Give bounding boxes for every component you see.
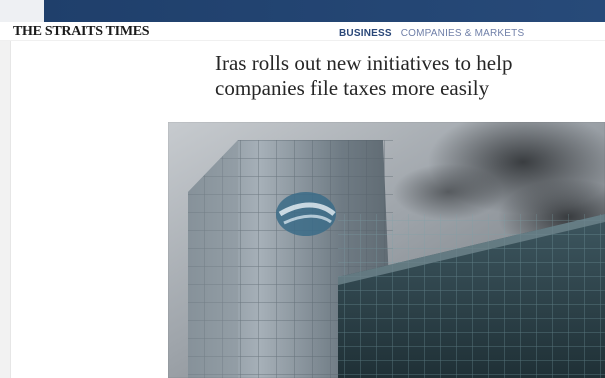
left-gutter [0, 0, 11, 378]
section-breadcrumb: BUSINESS COMPANIES & MARKETS [339, 28, 603, 40]
article-page: THE STRAITS TIMES BUSINESS COMPANIES & M… [0, 0, 605, 378]
top-band [0, 0, 605, 22]
office-building-photo-icon [168, 122, 605, 378]
article-headline: Iras rolls out new initiatives to help c… [215, 51, 513, 100]
nav-business-link[interactable]: BUSINESS [339, 28, 392, 39]
brand-logo[interactable]: THE STRAITS TIMES [13, 24, 150, 40]
nav-companies-markets-link[interactable]: COMPANIES & MARKETS [401, 28, 525, 39]
hero-photo [168, 122, 605, 378]
